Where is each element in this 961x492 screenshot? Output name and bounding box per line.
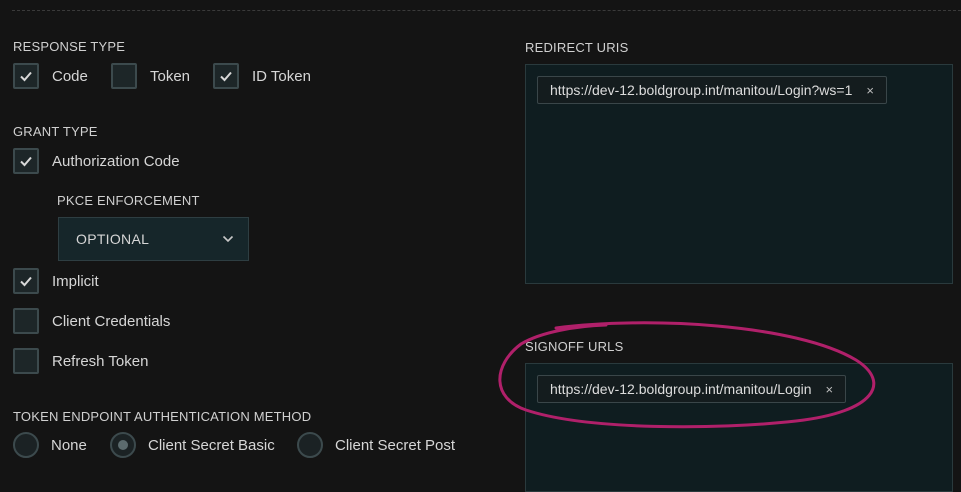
redirect-uri-chip: https://dev-12.boldgroup.int/manitou/Log… [537,76,887,104]
pkce-enforcement-label: PKCE ENFORCEMENT [57,193,200,208]
response-type-label: RESPONSE TYPE [13,39,126,54]
checkbox-box[interactable] [13,148,39,174]
response-type-code-checkbox[interactable]: Code [13,63,88,89]
signoff-urls-input[interactable]: https://dev-12.boldgroup.int/manitou/Log… [525,363,953,492]
oauth-client-settings: RESPONSE TYPE Code Token ID Token GRANT … [0,0,961,492]
redirect-uris-label: REDIRECT URIS [525,40,629,55]
response-type-token-checkbox[interactable]: Token [111,63,190,89]
radio-circle[interactable] [297,432,323,458]
check-icon [20,276,32,287]
signoff-urls-label: SIGNOFF URLS [525,339,624,354]
token-auth-none-radio[interactable]: None [13,432,87,458]
checkbox-box[interactable] [213,63,239,89]
signoff-url-chip: https://dev-12.boldgroup.int/manitou/Log… [537,375,847,403]
redirect-uris-input[interactable]: https://dev-12.boldgroup.int/manitou/Log… [525,64,953,284]
checkbox-label: ID Token [252,67,311,85]
checkbox-label: Authorization Code [52,152,180,170]
response-type-id-token-checkbox[interactable]: ID Token [213,63,311,89]
checkbox-label: Client Credentials [52,312,171,330]
checkbox-label: Implicit [52,272,99,290]
chip-text: https://dev-12.boldgroup.int/manitou/Log… [550,381,812,397]
grant-client-credentials-checkbox[interactable]: Client Credentials [13,308,170,334]
divider [12,10,961,11]
grant-implicit-checkbox[interactable]: Implicit [13,268,99,294]
checkbox-box[interactable] [13,63,39,89]
radio-label: None [51,436,87,454]
check-icon [20,156,32,167]
checkbox-label: Token [150,67,191,85]
token-auth-method-label: TOKEN ENDPOINT AUTHENTICATION METHOD [13,409,312,424]
radio-circle[interactable] [110,432,136,458]
radio-label: Client Secret Basic [148,436,275,454]
checkbox-label: Code [52,67,88,85]
radio-circle[interactable] [13,432,39,458]
token-auth-client-secret-post-radio[interactable]: Client Secret Post [297,432,455,458]
check-icon [20,71,32,82]
checkbox-box[interactable] [13,268,39,294]
chip-text: https://dev-12.boldgroup.int/manitou/Log… [550,82,853,98]
close-icon[interactable]: × [826,382,834,397]
radio-label: Client Secret Post [335,436,456,454]
radio-selected-dot [118,440,128,450]
checkbox-box[interactable] [111,63,137,89]
token-auth-client-secret-basic-radio[interactable]: Client Secret Basic [110,432,275,458]
grant-type-label: GRANT TYPE [13,124,98,139]
grant-refresh-token-checkbox[interactable]: Refresh Token [13,348,148,374]
close-icon[interactable]: × [866,83,874,98]
checkbox-box[interactable] [13,308,39,334]
select-value: OPTIONAL [76,231,150,247]
pkce-enforcement-select[interactable]: OPTIONAL [58,217,249,261]
chevron-down-icon [222,235,234,243]
check-icon [220,71,232,82]
checkbox-label: Refresh Token [52,352,149,370]
grant-authorization-code-checkbox[interactable]: Authorization Code [13,148,180,174]
checkbox-box[interactable] [13,348,39,374]
